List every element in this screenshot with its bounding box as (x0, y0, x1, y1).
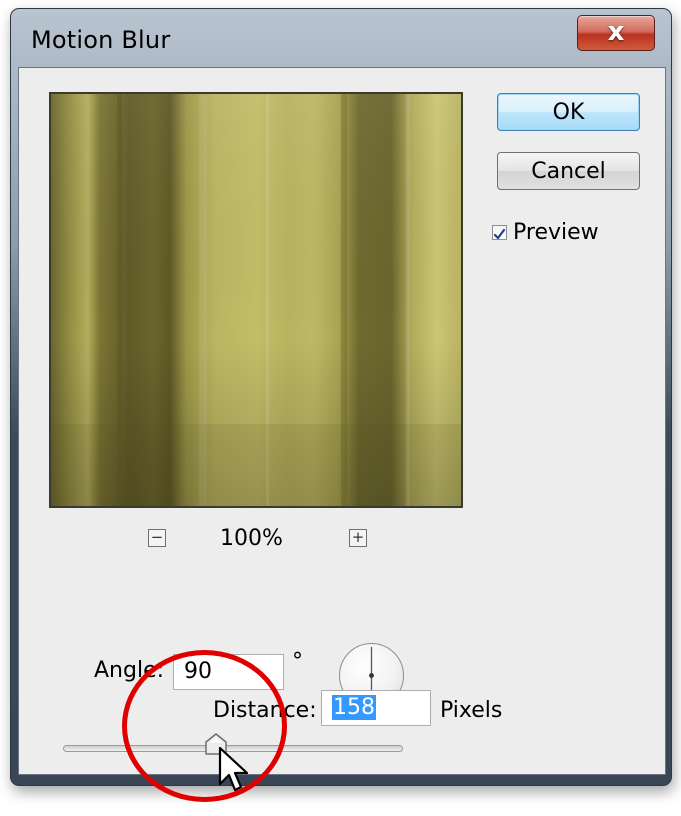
degree-unit: ° (292, 649, 303, 674)
filter-preview[interactable] (49, 92, 463, 508)
plus-icon: + (351, 528, 365, 546)
dialog-body: − 100% + OK Cancel Preview Angle: 90 ° D… (18, 67, 666, 792)
zoom-controls: − 100% + (19, 523, 499, 553)
close-button[interactable]: x (577, 15, 655, 51)
cancel-button[interactable]: Cancel (497, 152, 640, 190)
ok-button[interactable]: OK (497, 93, 640, 131)
zoom-level: 100% (220, 526, 283, 551)
close-x-icon: x (607, 17, 625, 47)
annotation-highlight-circle (122, 650, 287, 802)
dialog-title: Motion Blur (31, 26, 171, 54)
motion-blur-dialog: Motion Blur x − 100% + OK Cancel Preview… (10, 8, 672, 792)
distance-unit: Pixels (440, 698, 503, 723)
distance-input[interactable]: 158 (321, 690, 431, 726)
preview-checkbox[interactable] (492, 225, 507, 240)
checkmark-icon (493, 228, 506, 240)
minus-icon: − (150, 528, 164, 546)
distance-value: 158 (332, 695, 376, 720)
zoom-in-button[interactable]: + (349, 529, 367, 547)
title-bar[interactable]: Motion Blur x (11, 9, 671, 69)
blurred-preview-image (51, 94, 461, 506)
preview-label: Preview (513, 220, 599, 245)
zoom-out-button[interactable]: − (148, 529, 166, 547)
